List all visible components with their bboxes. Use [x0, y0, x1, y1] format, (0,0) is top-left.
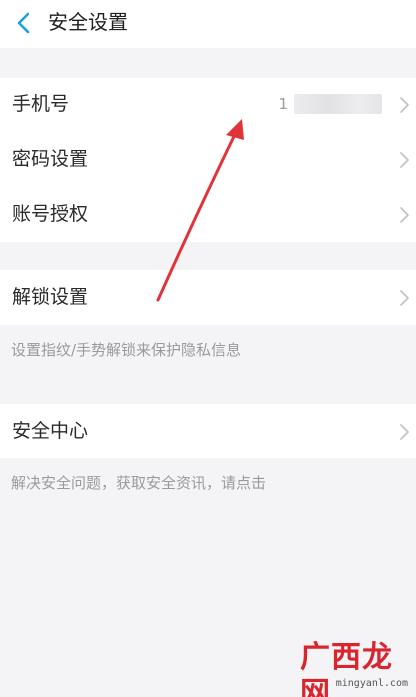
phone-number-mask — [294, 94, 382, 114]
security-center-row[interactable]: 安全中心 — [0, 404, 416, 458]
password-settings-row[interactable]: 密码设置 — [0, 131, 416, 186]
phone-number-value: 1 — [278, 93, 382, 115]
account-authorization-label: 账号授权 — [12, 203, 89, 225]
back-button[interactable] — [6, 6, 40, 40]
chevron-right-icon — [400, 290, 409, 306]
chevron-right-icon — [400, 424, 409, 440]
chevron-left-icon — [17, 12, 30, 34]
security-center-label: 安全中心 — [12, 420, 89, 442]
top-bar: 安全设置 — [0, 0, 416, 48]
unlock-settings-hint: 设置指纹/手势解锁来保护隐私信息 — [11, 341, 242, 359]
unlock-settings-row[interactable]: 解锁设置 — [0, 270, 416, 325]
chevron-right-icon — [400, 152, 409, 168]
unlock-settings-label: 解锁设置 — [12, 286, 89, 308]
chevron-right-icon — [400, 207, 409, 223]
page-title: 安全设置 — [48, 10, 128, 34]
password-settings-label: 密码设置 — [12, 148, 89, 170]
security-settings-screen: 安全设置 手机号 1 密码设置 账号授权 解锁设置 设置指纹/手势解锁来保护隐私… — [0, 0, 416, 697]
phone-number-label: 手机号 — [12, 93, 70, 115]
site-watermark: 广西龙网 mingyanl.com — [300, 640, 410, 697]
chevron-right-icon — [400, 97, 409, 113]
phone-number-prefix: 1 — [278, 95, 288, 113]
account-authorization-row[interactable]: 账号授权 — [0, 186, 416, 242]
security-center-hint: 解决安全问题，获取安全资讯，请点击 — [11, 474, 267, 492]
phone-number-row[interactable]: 手机号 1 — [0, 78, 416, 131]
watermark-url: mingyanl.com — [335, 678, 408, 689]
